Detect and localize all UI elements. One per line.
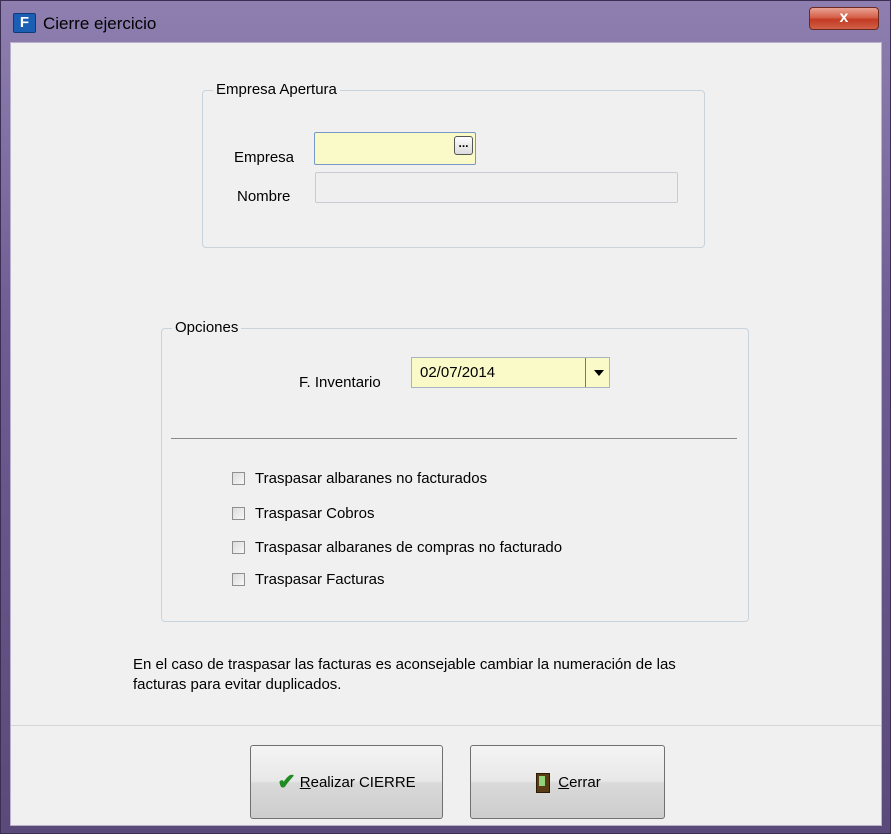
nombre-input[interactable]: [315, 172, 678, 203]
info-text-line1: En el caso de traspasar las facturas es …: [133, 656, 676, 673]
empresa-input[interactable]: ...: [314, 132, 476, 165]
empresa-lookup-button[interactable]: ...: [454, 136, 473, 155]
opciones-title: Opciones: [172, 318, 242, 338]
empresa-apertura-title: Empresa Apertura: [213, 80, 340, 100]
checkbox-box[interactable]: [232, 507, 245, 520]
exit-door-icon: [534, 772, 552, 793]
cerrar-label: errar: [569, 773, 601, 791]
footer-divider: [11, 725, 881, 726]
checkbox-label: Traspasar Cobros: [255, 505, 375, 522]
empresa-label: Empresa: [234, 149, 295, 166]
checkbox-box[interactable]: [232, 573, 245, 586]
checkbox-box[interactable]: [232, 472, 245, 485]
realizar-cierre-button[interactable]: ✔ Realizar CIERRE: [250, 745, 443, 819]
inventario-label: F. Inventario: [299, 374, 381, 391]
realizar-label: ealizar CIERRE: [310, 773, 416, 791]
info-text-line2: facturas para evitar duplicados.: [133, 676, 342, 693]
checkmark-icon: ✔: [277, 769, 296, 794]
title-bar[interactable]: F Cierre ejercicio x: [1, 1, 890, 39]
cerrar-button[interactable]: Cerrar: [470, 745, 665, 819]
window-title: Cierre ejercicio: [43, 14, 157, 33]
options-divider: [171, 438, 737, 439]
realizar-hotkey: R: [299, 773, 311, 791]
checkbox-label: Traspasar albaranes no facturados: [255, 470, 488, 487]
dialog-body: Empresa Apertura Empresa ... Nombre Opci…: [10, 42, 882, 826]
checkbox-box[interactable]: [232, 541, 245, 554]
app-logo-icon: F: [13, 13, 36, 33]
dialog-window: F Cierre ejercicio x Empresa Apertura Em…: [0, 0, 891, 834]
checkbox-label: Traspasar albaranes de compras no factur…: [255, 539, 563, 556]
close-button[interactable]: x: [809, 7, 879, 30]
nombre-label: Nombre: [237, 188, 291, 205]
chevron-down-icon[interactable]: [585, 358, 609, 387]
cerrar-hotkey: C: [558, 773, 570, 791]
checkbox-label: Traspasar Facturas: [255, 571, 385, 588]
inventario-date-value: 02/07/2014: [420, 364, 496, 381]
inventario-date-picker[interactable]: 02/07/2014: [411, 357, 610, 388]
empresa-apertura-group: Empresa Apertura: [202, 80, 705, 248]
